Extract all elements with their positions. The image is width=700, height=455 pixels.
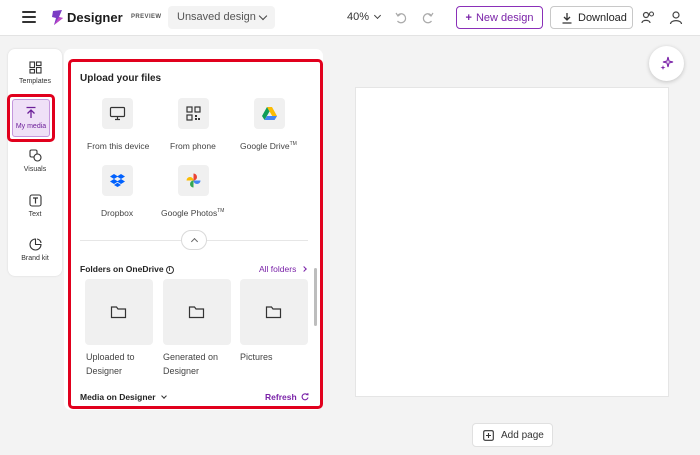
upload-section-title: Upload your files (80, 73, 162, 84)
monitor-icon (109, 106, 126, 121)
new-design-button[interactable]: + New design (456, 6, 543, 29)
app-name: Designer (67, 10, 123, 25)
from-phone-button[interactable] (178, 98, 209, 129)
download-button[interactable]: Download (550, 6, 633, 29)
folder-card-uploaded[interactable] (85, 279, 153, 345)
from-device-label: From this device (87, 141, 150, 151)
folders-section-title: Folders on OneDrive i (80, 264, 174, 275)
top-bar: Designer PREVIEW Unsaved design 40% + New… (0, 0, 700, 36)
google-drive-icon (262, 107, 277, 120)
designer-copilot-button[interactable] (649, 46, 684, 81)
info-icon[interactable]: i (165, 266, 174, 274)
all-folders-link[interactable]: All folders (259, 264, 308, 274)
designer-logo-icon (52, 10, 63, 25)
collapse-button[interactable] (181, 230, 207, 250)
folder-card-generated[interactable] (163, 279, 231, 345)
rail-item-templates[interactable]: Templates (8, 61, 62, 85)
download-icon (562, 13, 572, 24)
folder-label: Pictures (240, 352, 273, 362)
refresh-icon (301, 392, 309, 401)
templates-icon (28, 61, 42, 74)
rail-item-content: My media (7, 106, 55, 130)
rail-label: Brand kit (21, 255, 49, 262)
dropbox-icon (110, 174, 125, 187)
chevron-down-icon (373, 11, 382, 20)
from-phone-label: From phone (170, 141, 216, 151)
account-icon[interactable] (669, 10, 683, 25)
undo-icon[interactable] (394, 11, 408, 25)
zoom-dropdown[interactable]: 40% (347, 11, 382, 23)
rail-label: Text (28, 211, 42, 218)
chevron-down-icon (258, 11, 268, 21)
zoom-value: 40% (347, 11, 370, 23)
menu-icon[interactable] (22, 11, 36, 23)
rail-item-brand-kit[interactable]: Brand kit (8, 238, 62, 262)
panel-scrollbar[interactable] (314, 268, 317, 326)
preview-badge: PREVIEW (131, 14, 162, 20)
folder-icon (188, 306, 205, 319)
design-name-dropdown[interactable]: Unsaved design (168, 6, 275, 29)
share-icon[interactable] (641, 10, 655, 25)
google-photos-label: Google PhotosTM (161, 208, 225, 218)
rail-label: Visuals (23, 166, 47, 173)
download-label: Download (578, 12, 627, 24)
rail-label: Templates (19, 78, 51, 85)
redo-icon[interactable] (421, 11, 435, 25)
folder-label: Generated on Designer (163, 352, 219, 376)
add-page-icon (483, 430, 494, 441)
add-page-button[interactable]: Add page (472, 423, 553, 447)
rail-item-visuals[interactable]: Visuals (8, 149, 62, 173)
google-drive-label: Google DriveTM (240, 141, 297, 151)
refresh-button[interactable]: Refresh (265, 392, 309, 402)
brand-kit-icon (28, 238, 42, 251)
folder-icon (265, 306, 282, 319)
chevron-right-icon (301, 266, 308, 272)
google-photos-icon (186, 173, 201, 188)
dropbox-label: Dropbox (101, 208, 134, 218)
google-drive-button[interactable] (254, 98, 285, 129)
rail-item-my-media[interactable]: My media (7, 94, 55, 142)
dropbox-button[interactable] (102, 165, 133, 196)
new-design-label: New design (475, 12, 534, 24)
rail-label: My media (15, 123, 47, 130)
media-on-designer-dropdown[interactable]: Media on Designer (80, 392, 167, 402)
visuals-icon (28, 149, 42, 162)
from-device-button[interactable] (102, 98, 133, 129)
design-name-label: Unsaved design (177, 11, 256, 23)
rail-item-text[interactable]: Text (8, 194, 62, 218)
chevron-down-icon (160, 393, 167, 399)
sparkle-icon (660, 56, 674, 70)
folder-icon (110, 306, 127, 319)
upload-icon (26, 106, 36, 118)
folder-card-pictures[interactable] (240, 279, 308, 345)
google-photos-button[interactable] (178, 165, 209, 196)
qr-code-icon (186, 106, 201, 121)
add-page-label: Add page (501, 430, 544, 441)
text-icon (28, 194, 42, 207)
design-canvas[interactable] (355, 87, 669, 397)
plus-icon: + (465, 12, 472, 24)
folder-label: Uploaded to Designer (86, 352, 135, 376)
